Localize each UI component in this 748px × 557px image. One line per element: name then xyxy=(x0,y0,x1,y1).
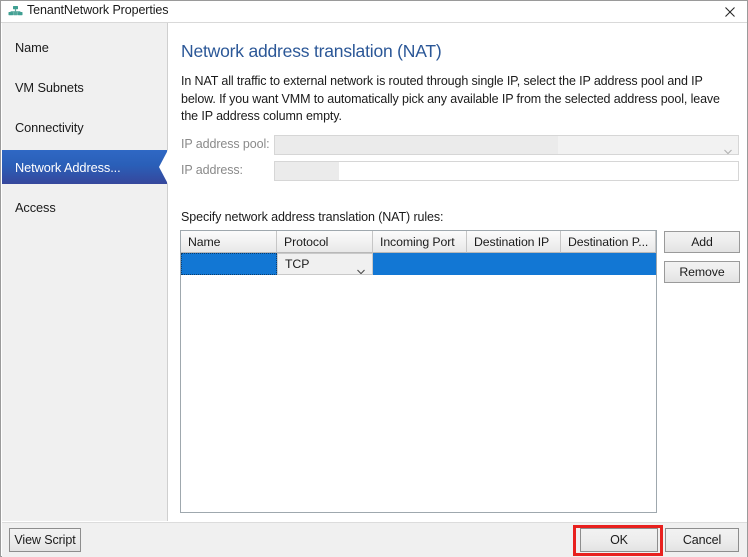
column-header-destination-ip[interactable]: Destination IP xyxy=(467,231,561,253)
ip-address-pool-label: IP address pool: xyxy=(181,137,270,151)
sidebar-item-label: Network Address... xyxy=(15,159,121,175)
sidebar-item-label: Name xyxy=(15,39,49,55)
ip-address-input[interactable] xyxy=(274,161,739,181)
window-title: TenantNetwork Properties xyxy=(27,3,169,17)
table-row[interactable]: TCP xyxy=(181,253,656,275)
chevron-right-icon xyxy=(155,150,168,184)
cell-value: TCP xyxy=(285,257,310,271)
remove-button[interactable]: Remove xyxy=(664,261,740,283)
ok-button[interactable]: OK xyxy=(580,528,658,552)
column-header-label: Name xyxy=(188,234,221,249)
nat-rules-label: Specify network address translation (NAT… xyxy=(181,210,444,224)
cell-incoming-port[interactable] xyxy=(373,253,467,275)
ip-address-label: IP address: xyxy=(181,163,243,177)
field-fill xyxy=(275,136,558,154)
sidebar-item-connectivity[interactable]: Connectivity xyxy=(2,110,167,144)
column-header-label: Destination IP xyxy=(474,234,550,249)
add-button[interactable]: Add xyxy=(664,231,740,253)
sidebar-item-label: VM Subnets xyxy=(15,79,84,95)
sidebar-item-name[interactable]: Name xyxy=(2,30,167,64)
cancel-button[interactable]: Cancel xyxy=(665,528,739,552)
sidebar-item-label: Connectivity xyxy=(15,119,84,135)
view-script-button[interactable]: View Script xyxy=(9,528,81,552)
cell-protocol-select[interactable]: TCP xyxy=(277,253,373,275)
ip-address-pool-select[interactable] xyxy=(274,135,739,155)
page-description: In NAT all traffic to external network i… xyxy=(181,74,720,123)
column-header-label: Protocol xyxy=(284,234,329,249)
table-header-row: Name Protocol Incoming Port Destination … xyxy=(181,231,656,253)
chevron-down-icon xyxy=(724,142,732,155)
cell-destination-ip[interactable] xyxy=(467,253,561,275)
field-fill xyxy=(275,162,339,180)
column-header-name[interactable]: Name xyxy=(181,231,277,253)
chevron-down-icon xyxy=(357,262,365,274)
column-header-label: Destination P... xyxy=(568,234,649,249)
network-adapter-icon xyxy=(8,5,23,19)
column-header-protocol[interactable]: Protocol xyxy=(277,231,373,253)
column-header-destination-port[interactable]: Destination P... xyxy=(561,231,656,253)
cell-name[interactable] xyxy=(181,253,277,275)
sidebar-item-vm-subnets[interactable]: VM Subnets xyxy=(2,70,167,104)
title-bar: TenantNetwork Properties xyxy=(1,1,747,23)
column-header-label: Incoming Port xyxy=(380,234,455,249)
ip-address-pool-row: IP address pool: xyxy=(181,135,739,155)
close-icon[interactable] xyxy=(713,1,747,22)
sidebar: Name VM Subnets Connectivity Network Add… xyxy=(2,23,168,521)
sidebar-item-access[interactable]: Access xyxy=(2,190,167,224)
column-header-incoming-port[interactable]: Incoming Port xyxy=(373,231,467,253)
cell-destination-port[interactable] xyxy=(561,253,656,275)
nat-rules-table: Name Protocol Incoming Port Destination … xyxy=(180,230,657,513)
page-title: Network address translation (NAT) xyxy=(181,41,442,61)
sidebar-item-label: Access xyxy=(15,199,56,215)
properties-dialog: TenantNetwork Properties Name VM Subnets… xyxy=(0,0,748,557)
footer-bar: View Script OK Cancel xyxy=(2,522,747,557)
sidebar-item-network-address[interactable]: Network Address... xyxy=(2,150,168,184)
ip-address-row: IP address: xyxy=(181,161,739,181)
content-pane: Network address translation (NAT) In NAT… xyxy=(169,23,747,521)
